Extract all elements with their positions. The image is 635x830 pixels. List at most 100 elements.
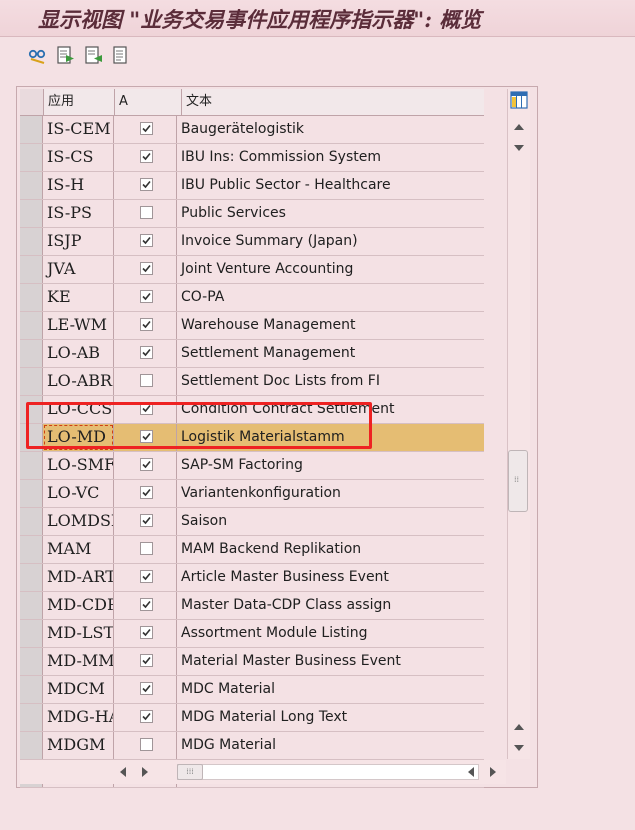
active-checkbox[interactable]: [140, 458, 153, 471]
scroll-down-icon[interactable]: [514, 145, 524, 151]
active-checkbox[interactable]: [140, 542, 153, 555]
import-icon[interactable]: [84, 45, 104, 65]
active-checkbox[interactable]: [140, 290, 153, 303]
active-checkbox[interactable]: [140, 346, 153, 359]
row-selector[interactable]: [20, 368, 43, 395]
cell-app[interactable]: MD-LST: [43, 620, 114, 647]
row-selector[interactable]: [20, 144, 43, 171]
table-row[interactable]: MAM MAM Backend Replikation: [20, 536, 484, 564]
document-icon[interactable]: [112, 45, 132, 65]
table-row[interactable]: MD-MM Material Master Business Event: [20, 648, 484, 676]
cell-app[interactable]: MDG-HA: [43, 704, 114, 731]
table-row[interactable]: LO-SMF SAP-SM Factoring: [20, 452, 484, 480]
cell-app[interactable]: LO-AB: [43, 340, 114, 367]
cell-text[interactable]: Warehouse Management: [177, 312, 484, 339]
export-icon[interactable]: [56, 45, 76, 65]
active-checkbox[interactable]: [140, 682, 153, 695]
scroll-left-end-icon[interactable]: [468, 767, 474, 777]
row-selector[interactable]: [20, 116, 43, 143]
horizontal-scroll-thumb[interactable]: ⁞⁞⁞: [177, 764, 203, 780]
table-row[interactable]: KE CO-PA: [20, 284, 484, 312]
active-checkbox[interactable]: [140, 514, 153, 527]
row-selector[interactable]: [20, 536, 43, 563]
cell-app[interactable]: IS-CEM: [43, 116, 114, 143]
table-row[interactable]: LO-VC Variantenkonfiguration: [20, 480, 484, 508]
cell-app[interactable]: MD-MM: [43, 648, 114, 675]
cell-text[interactable]: Invoice Summary (Japan): [177, 228, 484, 255]
row-selector[interactable]: [20, 564, 43, 591]
table-row[interactable]: IS-CEM Baugerätelogistik: [20, 116, 484, 144]
active-checkbox[interactable]: [140, 626, 153, 639]
active-checkbox[interactable]: [140, 262, 153, 275]
row-selector[interactable]: [20, 648, 43, 675]
cell-app[interactable]: IS-CS: [43, 144, 114, 171]
row-selector[interactable]: [20, 732, 43, 759]
cell-text[interactable]: Joint Venture Accounting: [177, 256, 484, 283]
cell-text[interactable]: CO-PA: [177, 284, 484, 311]
active-checkbox[interactable]: [140, 122, 153, 135]
cell-text[interactable]: MDG Material Long Text: [177, 704, 484, 731]
row-selector[interactable]: [20, 200, 43, 227]
row-selector[interactable]: [20, 228, 43, 255]
cell-app[interactable]: LO-VC: [43, 480, 114, 507]
scroll-up-icon[interactable]: [514, 124, 524, 130]
row-selector[interactable]: [20, 620, 43, 647]
scroll-left-icon[interactable]: [120, 767, 126, 777]
active-checkbox[interactable]: [140, 598, 153, 611]
cell-text[interactable]: MDC Material: [177, 676, 484, 703]
vertical-scrollbar[interactable]: [507, 89, 530, 759]
row-selector[interactable]: [20, 676, 43, 703]
cell-app[interactable]: IS-PS: [43, 200, 114, 227]
table-row[interactable]: IS-CS IBU Ins: Commission System: [20, 144, 484, 172]
cell-text[interactable]: IBU Public Sector - Healthcare: [177, 172, 484, 199]
column-header-text[interactable]: 文本: [182, 89, 484, 115]
active-checkbox[interactable]: [140, 486, 153, 499]
row-selector[interactable]: [20, 172, 43, 199]
cell-text[interactable]: Baugerätelogistik: [177, 116, 484, 143]
active-checkbox[interactable]: [140, 178, 153, 191]
cell-app[interactable]: KE: [43, 284, 114, 311]
active-checkbox[interactable]: [140, 654, 153, 667]
active-checkbox[interactable]: [140, 150, 153, 163]
cell-app[interactable]: LO-SMF: [43, 452, 114, 479]
cell-text[interactable]: Master Data-CDP Class assign: [177, 592, 484, 619]
cell-text[interactable]: Settlement Doc Lists from FI: [177, 368, 484, 395]
column-settings-icon[interactable]: [510, 91, 528, 109]
active-checkbox[interactable]: [140, 738, 153, 751]
cell-app[interactable]: LE-WM: [43, 312, 114, 339]
active-checkbox[interactable]: [140, 318, 153, 331]
cell-text[interactable]: Saison: [177, 508, 484, 535]
table-row[interactable]: MDG-HA MDG Material Long Text: [20, 704, 484, 732]
column-header-active[interactable]: A: [115, 89, 182, 115]
active-checkbox[interactable]: [140, 206, 153, 219]
table-row[interactable]: MD-ART Article Master Business Event: [20, 564, 484, 592]
row-selector[interactable]: [20, 340, 43, 367]
cell-text[interactable]: IBU Ins: Commission System: [177, 144, 484, 171]
row-selector[interactable]: [20, 284, 43, 311]
row-selector[interactable]: [20, 256, 43, 283]
cell-app[interactable]: ISJP: [43, 228, 114, 255]
table-row[interactable]: JVA Joint Venture Accounting: [20, 256, 484, 284]
cell-app[interactable]: MDCM: [43, 676, 114, 703]
scroll-right-icon[interactable]: [142, 767, 148, 777]
row-selector[interactable]: [20, 312, 43, 339]
active-checkbox[interactable]: [140, 570, 153, 583]
horizontal-scrollbar[interactable]: ⁞⁞⁞: [20, 760, 506, 784]
cell-app[interactable]: MDGM: [43, 732, 114, 759]
table-row[interactable]: MDCM MDC Material: [20, 676, 484, 704]
table-row[interactable]: MD-CDP Master Data-CDP Class assign: [20, 592, 484, 620]
active-checkbox[interactable]: [140, 234, 153, 247]
table-row[interactable]: LOMDSE Saison: [20, 508, 484, 536]
row-selector[interactable]: [20, 452, 43, 479]
cell-app[interactable]: MD-ART: [43, 564, 114, 591]
scroll-page-down-icon[interactable]: [514, 745, 524, 751]
cell-text[interactable]: Settlement Management: [177, 340, 484, 367]
cell-app[interactable]: JVA: [43, 256, 114, 283]
glasses-icon[interactable]: [28, 45, 48, 65]
table-row[interactable]: MD-LST Assortment Module Listing: [20, 620, 484, 648]
vertical-scroll-thumb[interactable]: ⁞⁞: [508, 450, 528, 512]
cell-app[interactable]: LOMDSE: [43, 508, 114, 535]
table-row[interactable]: ISJP Invoice Summary (Japan): [20, 228, 484, 256]
row-selector[interactable]: [20, 704, 43, 731]
table-row[interactable]: LO-ABR Settlement Doc Lists from FI: [20, 368, 484, 396]
